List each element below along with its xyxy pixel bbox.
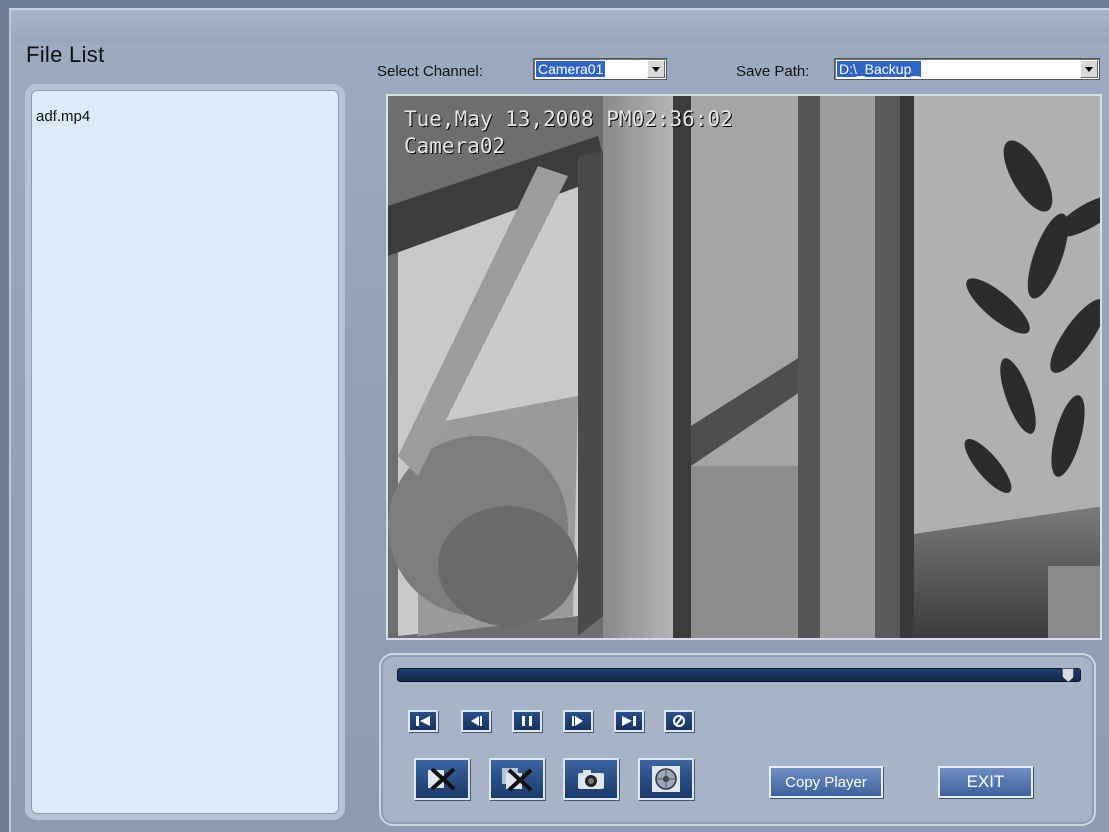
chevron-down-icon[interactable] [1080,60,1098,78]
skip-to-start-icon [416,716,430,726]
pause-button[interactable] [512,710,542,732]
cut-file-button[interactable] [414,758,470,800]
save-path-label: Save Path: [736,63,810,80]
osd-datetime: Tue,May 13,2008 PM02:36:02 [404,107,733,131]
step-back-button[interactable] [461,710,491,732]
file-list-area[interactable] [33,92,337,812]
cut-file-icon [428,767,456,791]
select-channel-label: Select Channel: [377,63,483,80]
exit-button[interactable]: EXIT [938,766,1033,798]
delete-clip-button[interactable] [489,758,545,800]
save-path-select-value: D:\_Backup_ [837,61,922,77]
osd-camera-name: Camera02 [404,134,506,158]
file-list-item[interactable]: adf.mp4 [36,108,90,125]
step-back-icon [471,716,482,726]
title-bar [11,10,1109,42]
step-forward-button[interactable] [563,710,593,732]
video-viewport[interactable]: Tue,May 13,2008 PM02:36:02 Camera02 [386,94,1102,640]
camera-snapshot-icon [578,770,604,789]
skip-to-end-icon [622,716,636,726]
playback-progress-bar[interactable] [397,668,1081,682]
channel-select[interactable]: Camera01 [533,58,667,80]
chevron-down-icon[interactable] [647,60,665,78]
pause-icon [522,716,532,726]
file-list-title: File List [26,42,105,67]
loop-button[interactable] [664,710,694,732]
skip-to-end-button[interactable] [614,710,644,732]
burn-disc-button[interactable] [638,758,694,800]
video-frame-image [388,96,1100,638]
delete-clip-icon [502,768,533,792]
snapshot-button[interactable] [563,758,619,800]
step-forward-icon [572,716,583,726]
channel-select-value: Camera01 [536,61,606,77]
skip-to-start-button[interactable] [408,710,438,732]
save-path-select[interactable]: D:\_Backup_ [834,58,1100,80]
disc-burn-icon [652,766,680,792]
copy-player-button[interactable]: Copy Player [769,766,883,798]
loop-icon [673,715,685,727]
file-list-panel[interactable] [25,84,345,820]
